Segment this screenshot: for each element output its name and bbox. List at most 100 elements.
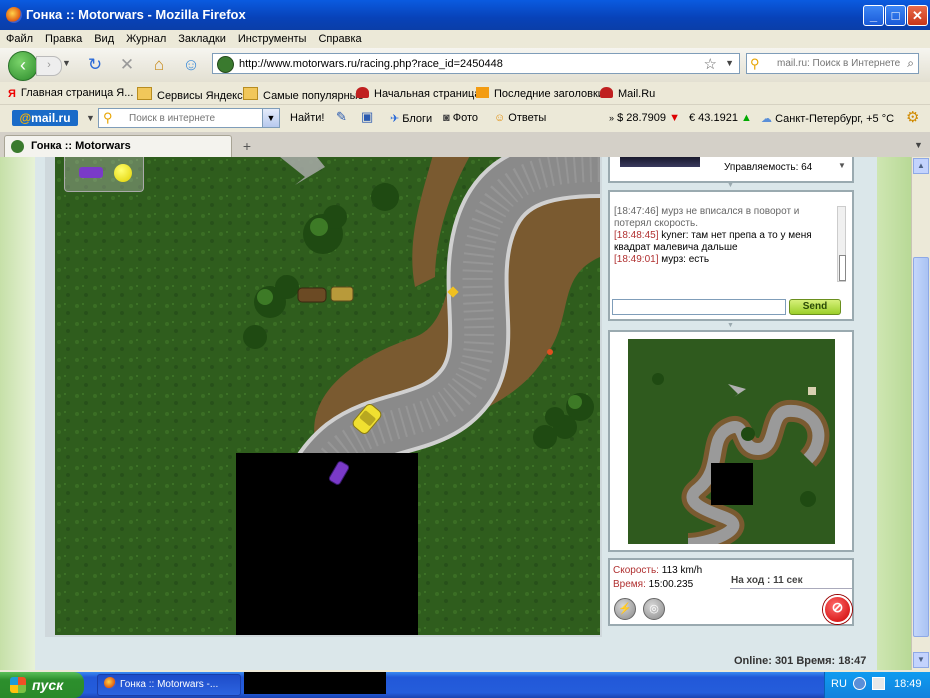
- tray-app-icon[interactable]: [872, 677, 885, 690]
- menu-file[interactable]: Файл: [0, 30, 39, 45]
- minimize-button[interactable]: _: [863, 5, 884, 26]
- chat-scroll-thumb[interactable]: [839, 255, 846, 281]
- car-info-scroll-icon[interactable]: ▼: [838, 161, 846, 170]
- camera-icon: ◙: [443, 112, 450, 124]
- nitro-button[interactable]: ⚡: [614, 598, 636, 620]
- scroll-thumb[interactable]: [913, 257, 929, 637]
- mailru-answers-link[interactable]: ☺ Ответы: [494, 112, 546, 124]
- menu-help[interactable]: Справка: [312, 30, 367, 45]
- mailru-search-icon: ⚲: [103, 110, 113, 125]
- chat-input[interactable]: [612, 299, 786, 315]
- race-track-map[interactable]: [55, 157, 600, 635]
- status-divider: [730, 588, 852, 589]
- minimap[interactable]: [628, 339, 835, 544]
- car-info-panel: Управляемость: 64 ▼: [608, 157, 854, 183]
- mailru-search-dropdown-icon[interactable]: ▼: [262, 109, 279, 127]
- firefox-icon: [104, 677, 116, 689]
- up-arrow-icon: ▲: [741, 112, 752, 124]
- site-favicon: [11, 140, 24, 153]
- tab-list-dropdown-icon[interactable]: ▼: [914, 140, 923, 150]
- chat-log: [18:47:46] мурз не вписался в поворот и …: [614, 206, 836, 292]
- firefox-icon: [6, 7, 22, 23]
- menu-view[interactable]: Вид: [88, 30, 120, 45]
- cloud-icon: ☁: [761, 113, 772, 125]
- search-icon[interactable]: ⌕: [907, 56, 914, 71]
- page-icon[interactable]: ▣: [361, 109, 373, 125]
- weather-widget[interactable]: ☁ Санкт-Петербург, +5 °C: [761, 112, 894, 125]
- mailru-photo-link[interactable]: ◙ Фото: [443, 112, 478, 124]
- language-indicator[interactable]: RU: [831, 678, 847, 690]
- gear-icon[interactable]: ⚙: [906, 108, 919, 126]
- yandex-icon: Я: [8, 88, 16, 100]
- scroll-down-icon[interactable]: ▼: [913, 652, 929, 668]
- signal-button[interactable]: ◎: [643, 598, 665, 620]
- folder-icon: [137, 87, 152, 100]
- blogs-icon: ✈: [390, 113, 400, 125]
- mailru-search-box[interactable]: ⚲ ▼: [98, 108, 280, 128]
- exit-race-button[interactable]: ⊘: [823, 595, 852, 624]
- online-counter: Online: 301 Время: 18:47: [734, 655, 867, 667]
- mailru-find-button[interactable]: Найти!: [290, 112, 324, 124]
- usd-rate[interactable]: » $ 28.7909 ▼: [609, 112, 680, 124]
- bookmark-start-page[interactable]: Начальная страница: [356, 87, 480, 100]
- chat-message: [18:48:45] kyner: там нет препа а то у м…: [614, 230, 812, 253]
- menu-tools[interactable]: Инструменты: [232, 30, 313, 45]
- system-tray: RU 18:49: [824, 672, 930, 698]
- addon-icon[interactable]: ☺: [182, 56, 200, 74]
- bookmark-yandex-services[interactable]: Сервисы Яндекса: [137, 87, 249, 102]
- menu-bookmarks[interactable]: Закладки: [172, 30, 232, 45]
- mailru-menu-dropdown-icon[interactable]: ▼: [86, 113, 95, 123]
- motorwars-icon: [600, 87, 613, 98]
- tab-title: Гонка :: Motorwars: [31, 140, 131, 152]
- motorwars-icon: [356, 87, 369, 98]
- send-button[interactable]: Send: [789, 299, 841, 315]
- scroll-up-icon[interactable]: ▲: [913, 158, 929, 174]
- pencil-icon[interactable]: ✎: [336, 109, 347, 125]
- menu-history[interactable]: Журнал: [120, 30, 172, 45]
- history-dropdown-icon[interactable]: ▼: [62, 58, 71, 68]
- home-icon[interactable]: ⌂: [150, 56, 168, 74]
- clock: 18:49: [894, 678, 922, 690]
- window-titlebar: Гонка :: Motorwars - Mozilla Firefox _ □…: [0, 0, 930, 30]
- eur-rate[interactable]: € 43.1921 ▲: [689, 112, 752, 124]
- maximize-button[interactable]: □: [885, 5, 906, 26]
- web-search-box[interactable]: ⚲ ⌕: [746, 53, 919, 74]
- search-engine-icon[interactable]: ⚲: [750, 56, 760, 72]
- bookmark-most-popular[interactable]: Самые популярные: [243, 87, 364, 102]
- folder-icon: [243, 87, 258, 100]
- close-button[interactable]: ✕: [907, 5, 928, 26]
- yellow-ball-icon: [114, 164, 132, 182]
- mailru-logo[interactable]: @mail.ru: [12, 110, 78, 126]
- url-bar[interactable]: http://www.motorwars.ru/racing.php?race_…: [212, 53, 740, 74]
- answers-icon: ☺: [494, 112, 506, 124]
- site-favicon: [217, 56, 234, 73]
- down-arrow-icon: ▼: [669, 112, 680, 124]
- menu-edit[interactable]: Правка: [39, 30, 88, 45]
- bookmark-star-icon[interactable]: ☆: [704, 55, 717, 73]
- chat-scrollbar[interactable]: [837, 206, 846, 282]
- web-search-input[interactable]: [777, 56, 901, 71]
- start-button[interactable]: пуск: [0, 672, 84, 698]
- taskbar-firefox-item[interactable]: Гонка :: Motorwars -...: [97, 674, 241, 696]
- panel-divider-arrow-icon: ▼: [727, 322, 734, 329]
- forward-button[interactable]: ›: [36, 56, 62, 76]
- windows-flag-icon: [10, 677, 26, 693]
- bookmark-yandex-home[interactable]: Я Главная страница Я...: [8, 87, 133, 100]
- new-tab-button[interactable]: +: [234, 137, 260, 155]
- bookmark-latest-headlines[interactable]: Последние заголовки: [476, 87, 604, 100]
- stop-icon[interactable]: ✕: [118, 56, 136, 74]
- purple-car-icon: [79, 167, 103, 178]
- reload-icon[interactable]: ↻: [86, 56, 104, 74]
- bookmark-mailru[interactable]: Mail.Ru: [600, 87, 655, 100]
- tab-motorwars[interactable]: Гонка :: Motorwars: [4, 135, 232, 157]
- car-handling: Управляемость: 64: [724, 162, 813, 173]
- back-button[interactable]: ‹: [8, 51, 38, 81]
- mailru-search-input[interactable]: [129, 111, 259, 125]
- page-scrollbar[interactable]: ▲ ▼: [911, 157, 930, 670]
- car-image: [620, 157, 700, 167]
- mailru-blogs-link[interactable]: ✈ Блоги: [390, 112, 432, 125]
- network-icon[interactable]: [853, 677, 866, 690]
- window-title: Гонка :: Motorwars - Mozilla Firefox: [26, 7, 246, 22]
- redacted-taskbar-item[interactable]: [244, 672, 386, 694]
- url-dropdown-icon[interactable]: ▼: [725, 58, 734, 68]
